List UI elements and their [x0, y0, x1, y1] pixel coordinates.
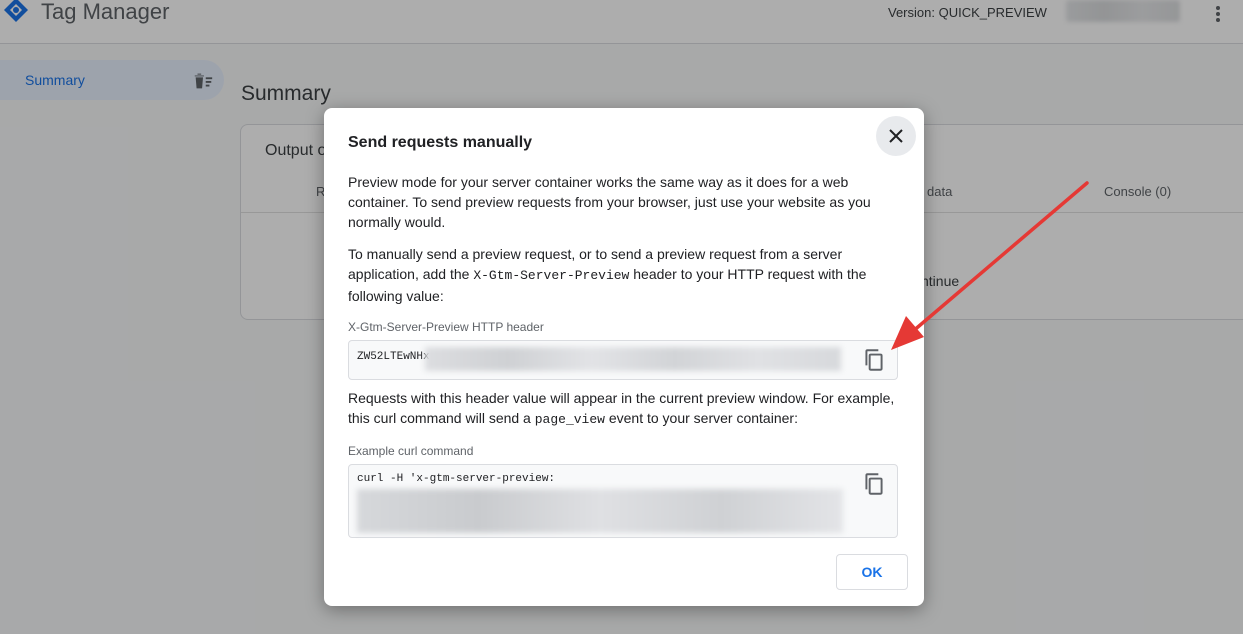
header-value-text: ZW52LTEwNHx [357, 351, 430, 363]
dialog-title: Send requests manually [348, 134, 533, 151]
header-value-field[interactable]: ZW52LTEwNHx [348, 340, 898, 380]
copy-icon[interactable] [861, 471, 887, 497]
curl-command-text: curl -H 'x-gtm-server-preview: [357, 473, 556, 485]
redacted-value [357, 489, 843, 533]
close-icon [889, 129, 903, 143]
curl-field-label: Example curl command [348, 444, 474, 458]
header-field-label: X-Gtm-Server-Preview HTTP header [348, 320, 544, 334]
ok-button[interactable]: OK [836, 554, 908, 590]
manual-request-paragraph: To manually send a preview request, or t… [348, 244, 898, 306]
curl-command-field[interactable]: curl -H 'x-gtm-server-preview: [348, 464, 898, 538]
copy-icon[interactable] [861, 347, 887, 373]
event-name-code: page_view [534, 412, 605, 427]
send-requests-dialog: Send requests manually Preview mode for … [324, 108, 924, 606]
redacted-value [425, 347, 841, 371]
intro-paragraph: Preview mode for your server container w… [348, 174, 871, 230]
paragraph-text: event to your server container: [604, 410, 798, 426]
close-button[interactable] [876, 116, 916, 156]
curl-explanation-paragraph: Requests with this header value will app… [348, 388, 898, 430]
header-name-code: X-Gtm-Server-Preview [473, 268, 630, 283]
